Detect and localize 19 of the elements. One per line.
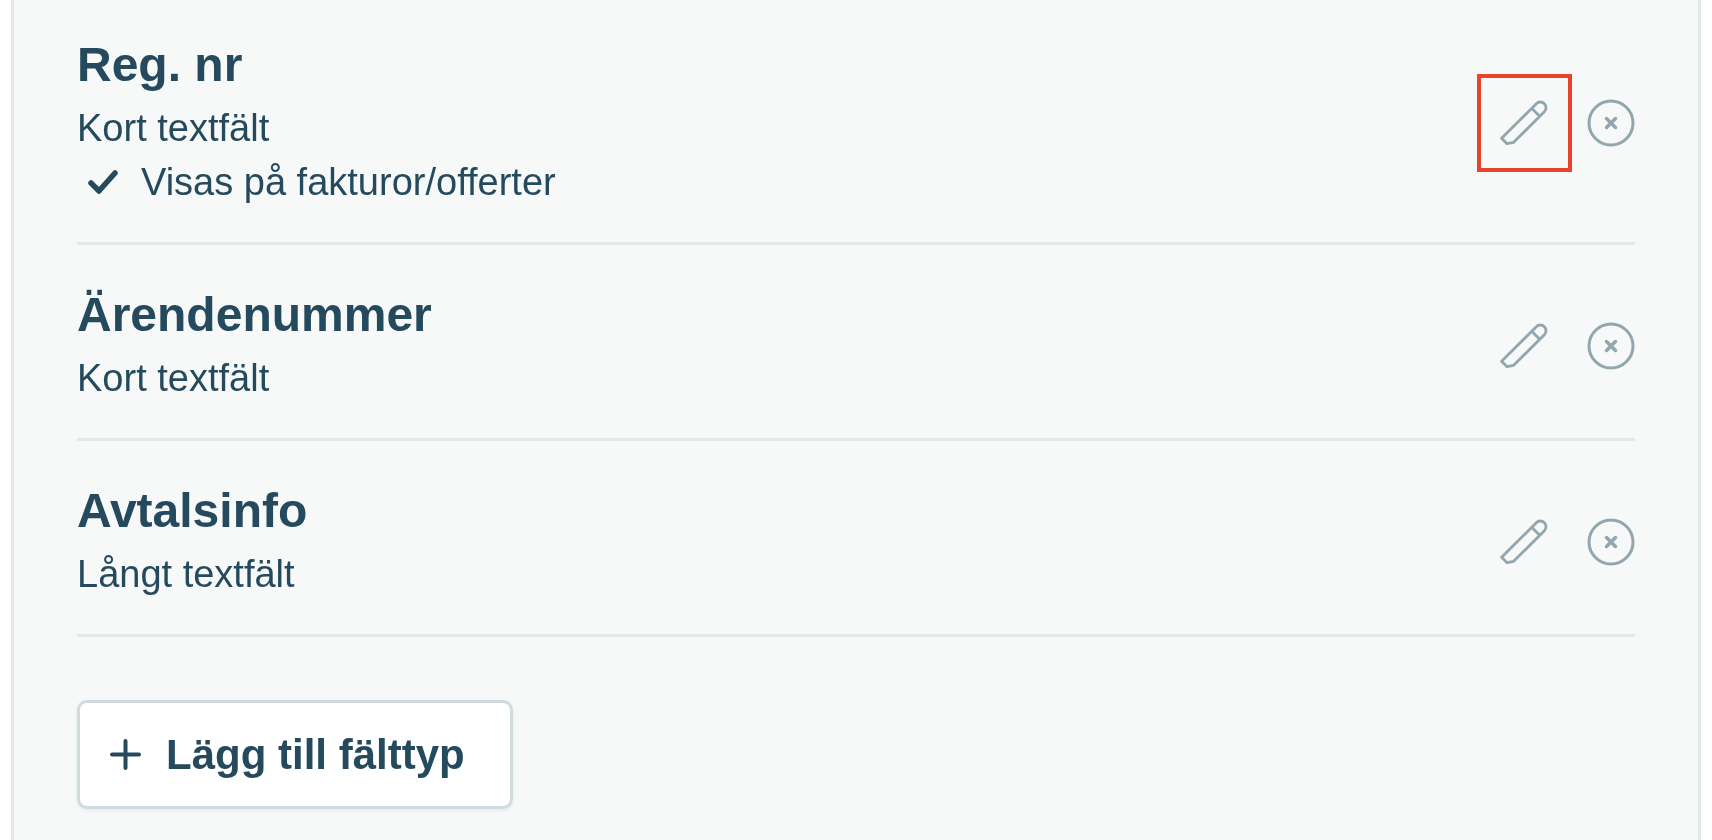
close-icon	[1587, 322, 1635, 370]
plus-icon	[110, 739, 141, 770]
add-field-type-button[interactable]: Lägg till fälttyp	[77, 700, 513, 809]
close-icon	[1587, 518, 1635, 566]
remove-button[interactable]	[1587, 518, 1635, 566]
field-type: Kort textfält	[77, 106, 271, 151]
pencil-icon	[1499, 321, 1550, 371]
field-name: Ärendenummer	[77, 287, 433, 343]
remove-button[interactable]	[1587, 99, 1635, 147]
close-icon	[1587, 99, 1635, 147]
field-type: Långt textfält	[77, 552, 296, 597]
field-name: Reg. nr	[77, 37, 244, 93]
remove-button[interactable]	[1587, 322, 1635, 370]
option-label: Visas på fakturor/offerter	[141, 160, 556, 205]
field-type: Kort textfält	[77, 356, 271, 401]
edit-button[interactable]	[1477, 74, 1572, 172]
field-name: Avtalsinfo	[77, 483, 309, 539]
pencil-icon	[1499, 517, 1550, 567]
pencil-icon	[1499, 98, 1550, 148]
